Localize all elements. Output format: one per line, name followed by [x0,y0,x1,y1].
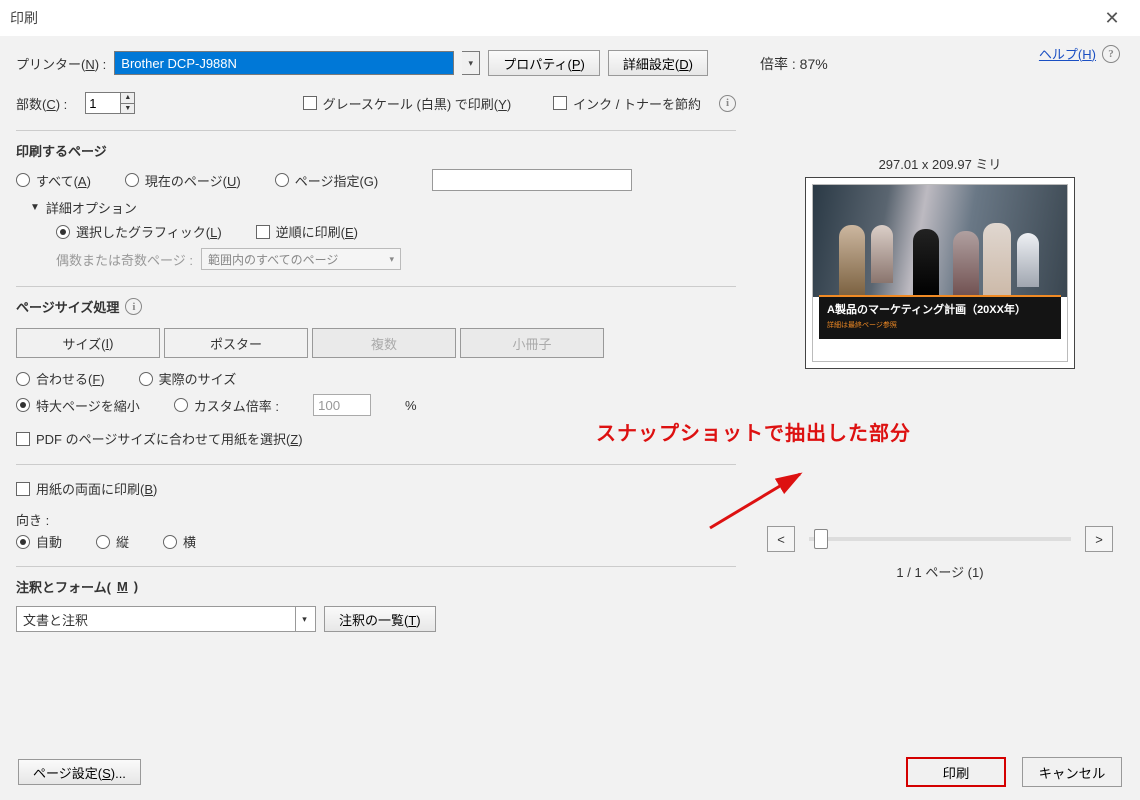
tab-poster[interactable]: ポスター [164,328,308,358]
save-ink-checkbox[interactable]: インク / トナーを節約 [553,94,701,113]
fit-radio[interactable]: 合わせる(F) [16,369,105,388]
actual-size-radio[interactable]: 実際のサイズ [139,369,237,388]
orientation-portrait-radio[interactable]: 縦 [96,532,129,551]
orientation-landscape-radio[interactable]: 横 [163,532,196,551]
odd-even-select: 範囲内のすべてのページ▾ [201,248,401,270]
pages-section-title: 印刷するページ [16,141,736,166]
printer-dropdown-button[interactable]: ▾ [462,51,480,75]
forms-select[interactable]: 文書と注釈▾ [16,606,316,632]
chevron-down-icon: ▼ [30,202,40,213]
copies-spinner[interactable]: ▲▼ [85,92,135,114]
annotation-arrow [704,466,814,536]
page-slider[interactable] [809,537,1071,541]
pages-all-radio[interactable]: すべて(A) [16,171,91,190]
close-icon[interactable]: ✕ [1094,0,1130,36]
annotation-text: スナップショットで抽出した部分 [596,417,1124,446]
printer-select[interactable]: Brother DCP-J988N [114,51,454,75]
annotations-list-button[interactable]: 注釈の一覧(T) [324,606,436,632]
grayscale-checkbox[interactable]: グレースケール (白黒) で印刷(Y) [303,94,512,113]
next-page-button[interactable]: > [1085,526,1113,552]
duplex-checkbox[interactable]: 用紙の両面に印刷(B) [16,475,736,502]
tab-size[interactable]: サイズ(I) [16,328,160,358]
custom-scale-radio[interactable]: カスタム倍率 : [174,396,279,415]
copies-down[interactable]: ▼ [121,104,134,114]
print-button[interactable]: 印刷 [906,757,1006,787]
window-title: 印刷 [10,8,38,28]
custom-scale-input[interactable] [313,394,371,416]
info-icon[interactable]: i [125,298,142,315]
tab-multi: 複数 [312,328,456,358]
preview-caption-title: A製品のマーケティング計画（20XX年） [827,301,1053,317]
info-icon[interactable]: i [719,95,736,112]
help-link[interactable]: ヘルプ(H) [1039,44,1096,63]
sizing-section-title: ページサイズ処理 i [16,297,736,322]
printer-label: プリンター(N) : [16,54,106,73]
more-options-expander[interactable]: ▼詳細オプション [16,194,736,219]
pages-current-radio[interactable]: 現在のページ(U) [125,171,241,190]
advanced-button[interactable]: 詳細設定(D) [608,50,708,76]
page-setup-button[interactable]: ページ設定(S)... [18,759,141,785]
percent-label: % [405,398,417,413]
orientation-auto-radio[interactable]: 自動 [16,532,62,551]
chevron-down-icon: ▾ [295,607,313,631]
copies-input[interactable] [86,93,120,113]
reverse-order-checkbox[interactable]: 逆順に印刷(E) [256,222,358,241]
odd-even-label: 偶数または奇数ページ : [56,250,193,269]
help-icon[interactable]: ? [1102,45,1120,63]
cancel-button[interactable]: キャンセル [1022,757,1122,787]
page-count-label: 1 / 1 ページ (1) [756,562,1124,581]
pages-range-input[interactable] [432,169,632,191]
pages-range-radio[interactable]: ページ指定(G) [275,171,379,190]
shrink-oversize-radio[interactable]: 特大ページを縮小 [16,396,140,415]
selected-graphic-radio[interactable]: 選択したグラフィック(L) [56,222,222,241]
properties-button[interactable]: プロパティ(P) [488,50,600,76]
preview-dimensions: 297.01 x 209.97 ミリ [756,154,1124,173]
tab-booklet: 小冊子 [460,328,604,358]
forms-section-title: 注釈とフォーム(M) [16,577,736,602]
orientation-label: 向き : [16,510,736,529]
preview-caption-sub: 詳細は最終ページ参照 [827,320,1053,330]
copies-label: 部数(C) : [16,94,67,113]
copies-up[interactable]: ▲ [121,93,134,104]
preview-thumbnail: A製品のマーケティング計画（20XX年） 詳細は最終ページ参照 [805,177,1075,369]
